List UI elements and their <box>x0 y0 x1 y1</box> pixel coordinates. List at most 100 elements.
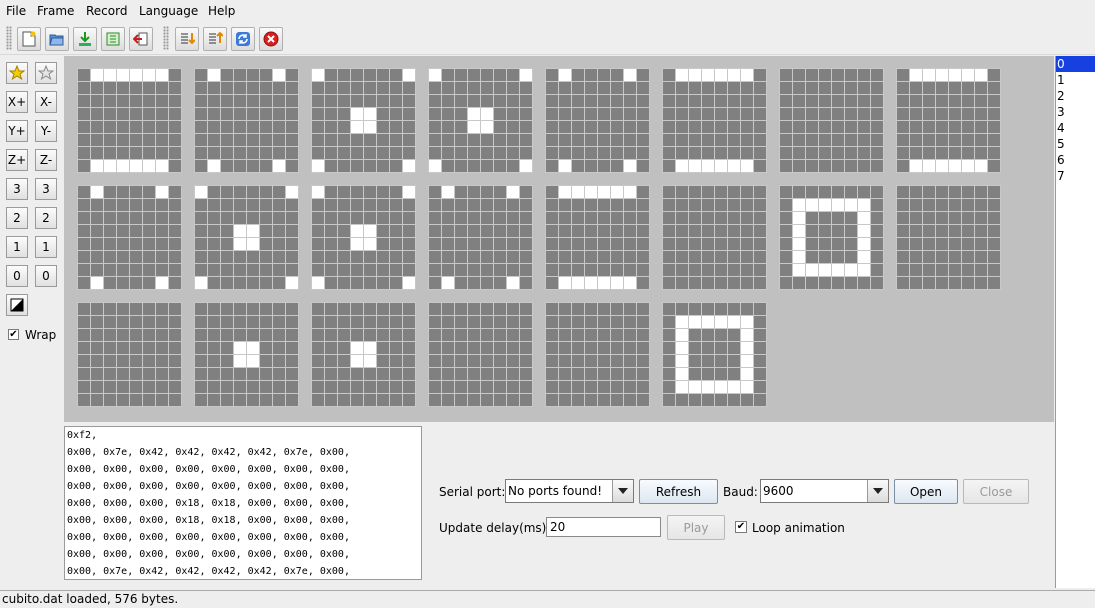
led-cell[interactable] <box>728 199 740 211</box>
led-cell[interactable] <box>962 147 974 159</box>
led-cell[interactable] <box>676 82 688 94</box>
led-cell[interactable] <box>130 277 142 289</box>
led-cell[interactable] <box>494 95 506 107</box>
led-cell[interactable] <box>871 147 883 159</box>
led-cell[interactable] <box>585 394 597 406</box>
led-cell[interactable] <box>117 381 129 393</box>
led-cell[interactable] <box>546 108 558 120</box>
led-cell[interactable] <box>572 264 584 276</box>
led-cell[interactable] <box>689 95 701 107</box>
led-cell[interactable] <box>741 186 753 198</box>
clear-all-button[interactable] <box>35 62 57 84</box>
led-cell[interactable] <box>481 160 493 172</box>
led-cell[interactable] <box>520 355 532 367</box>
led-cell[interactable] <box>221 147 233 159</box>
led-cell[interactable] <box>585 212 597 224</box>
led-cell[interactable] <box>871 108 883 120</box>
led-cell[interactable] <box>520 134 532 146</box>
led-cell[interactable] <box>208 147 220 159</box>
led-cell[interactable] <box>195 95 207 107</box>
led-cell[interactable] <box>845 199 857 211</box>
led-cell[interactable] <box>143 95 155 107</box>
led-cell[interactable] <box>702 277 714 289</box>
led-cell[interactable] <box>572 186 584 198</box>
led-cell[interactable] <box>91 82 103 94</box>
led-cell[interactable] <box>975 264 987 276</box>
led-cell[interactable] <box>897 95 909 107</box>
led-cell[interactable] <box>585 225 597 237</box>
led-cell[interactable] <box>195 264 207 276</box>
led-cell[interactable] <box>715 238 727 250</box>
led-cell[interactable] <box>351 264 363 276</box>
led-cell[interactable] <box>715 355 727 367</box>
led-cell[interactable] <box>195 329 207 341</box>
led-cell[interactable] <box>364 69 376 81</box>
led-cell[interactable] <box>247 342 259 354</box>
led-cell[interactable] <box>975 199 987 211</box>
led-cell[interactable] <box>962 251 974 263</box>
led-cell[interactable] <box>286 277 298 289</box>
led-cell[interactable] <box>286 303 298 315</box>
led-cell[interactable] <box>754 69 766 81</box>
led-cell[interactable] <box>130 355 142 367</box>
led-cell[interactable] <box>78 225 90 237</box>
led-cell[interactable] <box>663 108 675 120</box>
led-cell[interactable] <box>546 316 558 328</box>
led-cell[interactable] <box>702 82 714 94</box>
led-cell[interactable] <box>754 134 766 146</box>
led-cell[interactable] <box>962 277 974 289</box>
led-cell[interactable] <box>702 251 714 263</box>
led-cell[interactable] <box>663 316 675 328</box>
led-layer-0[interactable] <box>77 68 182 173</box>
led-cell[interactable] <box>520 69 532 81</box>
led-cell[interactable] <box>156 82 168 94</box>
led-cell[interactable] <box>455 121 467 133</box>
led-cell[interactable] <box>585 277 597 289</box>
led-cell[interactable] <box>858 82 870 94</box>
led-cell[interactable] <box>637 121 649 133</box>
led-cell[interactable] <box>143 69 155 81</box>
led-cell[interactable] <box>624 316 636 328</box>
led-cell[interactable] <box>780 160 792 172</box>
led-cell[interactable] <box>169 329 181 341</box>
led-cell[interactable] <box>442 381 454 393</box>
led-cell[interactable] <box>624 121 636 133</box>
led-cell[interactable] <box>702 238 714 250</box>
led-cell[interactable] <box>260 342 272 354</box>
led-cell[interactable] <box>273 238 285 250</box>
led-cell[interactable] <box>923 199 935 211</box>
led-cell[interactable] <box>936 69 948 81</box>
led-layer-19[interactable] <box>428 302 533 407</box>
led-cell[interactable] <box>637 108 649 120</box>
led-cell[interactable] <box>273 69 285 81</box>
led-cell[interactable] <box>702 147 714 159</box>
led-cell[interactable] <box>338 264 350 276</box>
led-cell[interactable] <box>338 186 350 198</box>
led-cell[interactable] <box>364 368 376 380</box>
led-cell[interactable] <box>286 95 298 107</box>
led-cell[interactable] <box>377 355 389 367</box>
led-cell[interactable] <box>988 251 1000 263</box>
led-cell[interactable] <box>676 381 688 393</box>
led-cell[interactable] <box>312 160 324 172</box>
led-layer-10[interactable] <box>311 185 416 290</box>
loop-animation-option[interactable]: ✔ Loop animation <box>735 520 855 536</box>
led-cell[interactable] <box>806 212 818 224</box>
led-cell[interactable] <box>741 82 753 94</box>
led-cell[interactable] <box>689 108 701 120</box>
led-cell[interactable] <box>702 69 714 81</box>
led-cell[interactable] <box>468 316 480 328</box>
led-cell[interactable] <box>598 368 610 380</box>
led-cell[interactable] <box>468 134 480 146</box>
led-cell[interactable] <box>598 277 610 289</box>
led-cell[interactable] <box>442 134 454 146</box>
led-cell[interactable] <box>598 316 610 328</box>
led-cell[interactable] <box>247 108 259 120</box>
led-cell[interactable] <box>598 121 610 133</box>
led-cell[interactable] <box>923 277 935 289</box>
led-cell[interactable] <box>286 394 298 406</box>
led-cell[interactable] <box>819 225 831 237</box>
led-cell[interactable] <box>741 121 753 133</box>
led-cell[interactable] <box>221 342 233 354</box>
led-cell[interactable] <box>832 212 844 224</box>
